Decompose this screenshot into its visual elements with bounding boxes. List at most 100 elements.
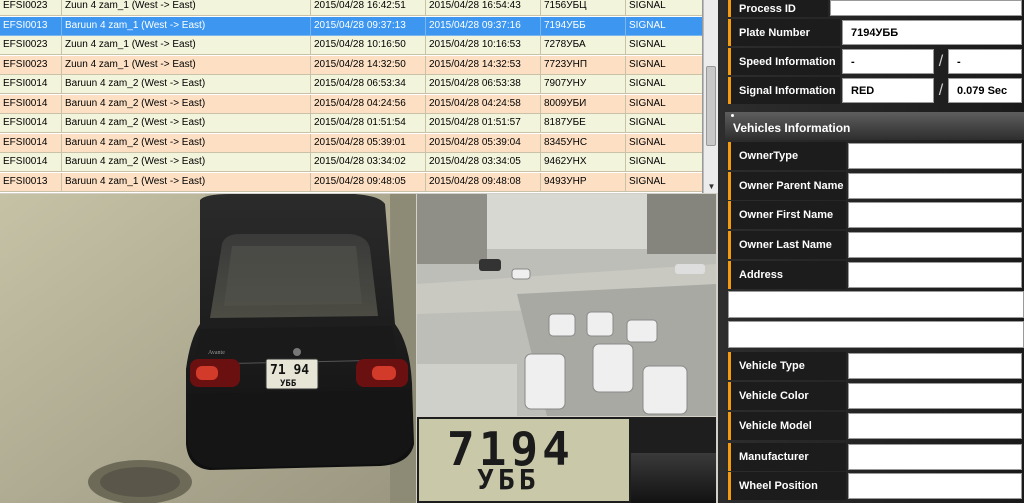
owner-parent-name-row: Owner Parent Name	[728, 172, 1024, 200]
owner-last-name-field[interactable]	[848, 232, 1022, 258]
speed-value-field[interactable]: -	[842, 49, 934, 74]
cell-start-time: 2015/04/28 01:51:54	[311, 114, 426, 133]
cell-camera-id: EFSI0014	[0, 153, 62, 172]
plate-crop-image: 7194 УББ	[419, 419, 629, 501]
table-row-selected[interactable]: EFSI0013 Baruun 4 zam_1 (West -> East) 201…	[0, 16, 702, 36]
vehicle-color-field[interactable]	[848, 383, 1022, 409]
table-row[interactable]: EFSI0013 Baruun 4 zam_1 (West -> East) 201…	[0, 172, 702, 192]
cell-end-time: 2015/04/28 06:53:38	[426, 75, 541, 94]
table-row[interactable]: EFSI0014 Baruun 4 zam_2 (West -> East) 201…	[0, 114, 702, 133]
cell-location: Zuun 4 zam_1 (West -> East)	[62, 0, 311, 16]
cell-start-time: 2015/04/28 14:32:50	[311, 55, 426, 75]
plate-crop-panel: 7194 УББ	[417, 417, 716, 503]
vehicle-model-field[interactable]	[848, 413, 1022, 439]
scrollbar-thumb[interactable]	[706, 66, 716, 146]
cell-start-time: 2015/04/28 05:39:01	[311, 133, 426, 153]
cell-plate: 8345УНС	[541, 133, 626, 153]
cell-start-time: 2015/04/28 03:34:02	[311, 153, 426, 172]
table-row[interactable]: EFSI0014 Baruun 4 zam_2 (West -> East) 201…	[0, 94, 702, 114]
cell-location: Baruun 4 zam_1 (West -> East)	[62, 172, 311, 192]
header-dot-icon	[731, 114, 734, 117]
cell-location: Zuun 4 zam_1 (West -> East)	[62, 55, 311, 75]
table-scrollbar[interactable]: ▼	[703, 0, 718, 193]
owner-parent-name-label: Owner Parent Name	[728, 172, 846, 200]
owner-first-name-label: Owner First Name	[728, 201, 846, 229]
cell-plate: 9462УНХ	[541, 153, 626, 172]
speed-limit-field[interactable]: -	[948, 49, 1022, 74]
cell-end-time: 2015/04/28 09:37:16	[426, 16, 541, 36]
owner-last-name-row: Owner Last Name	[728, 231, 1024, 259]
plate-number-field[interactable]: 7194УББ	[842, 20, 1022, 45]
table-row[interactable]: EFSI0023 Zuun 4 zam_1 (West -> East) 2015/…	[0, 0, 702, 16]
vehicle-model-label: Vehicle Model	[728, 412, 846, 440]
owner-first-name-field[interactable]	[848, 202, 1022, 228]
cell-camera-id: EFSI0014	[0, 133, 62, 153]
violation-table: EFSI0023 Zuun 4 zam_1 (West -> East) 2015/…	[0, 0, 703, 193]
cell-camera-id: EFSI0013	[0, 16, 62, 36]
owner-first-name-row: Owner First Name	[728, 201, 1024, 229]
vehicle-model-row: Vehicle Model	[728, 412, 1024, 440]
cell-end-time: 2015/04/28 01:51:57	[426, 114, 541, 133]
cell-plate: 7156УБЦ	[541, 0, 626, 16]
vehicles-info-title: Vehicles Information	[733, 121, 851, 135]
vehicle-rear-photo-image: Avante 71 94 УББ	[0, 194, 416, 503]
cell-location: Baruun 4 zam_1 (West -> East)	[62, 16, 311, 36]
vehicle-type-field[interactable]	[848, 353, 1022, 379]
cell-plate: 9493УНР	[541, 172, 626, 192]
cell-violation-type: SIGNAL	[626, 95, 702, 114]
process-id-row: Process ID	[728, 0, 1024, 17]
car-badge-text: Avante	[208, 350, 225, 356]
address-line3-field[interactable]	[728, 321, 1024, 348]
cell-camera-id: EFSI0013	[0, 172, 62, 192]
car-plate-line2: УББ	[280, 379, 297, 389]
address-line2-field[interactable]	[728, 291, 1024, 318]
cell-end-time: 2015/04/28 16:54:43	[426, 0, 541, 16]
cell-start-time: 2015/04/28 09:37:13	[311, 16, 426, 36]
table-row[interactable]: EFSI0023 Zuun 4 zam_1 (West -> East) 2015/…	[0, 55, 702, 75]
process-id-label: Process ID	[728, 0, 828, 17]
wheel-position-field[interactable]	[848, 473, 1022, 499]
speed-info-label: Speed Information	[728, 48, 840, 75]
manufacturer-field[interactable]	[848, 444, 1022, 470]
cell-location: Baruun 4 zam_2 (West -> East)	[62, 94, 311, 114]
table-row[interactable]: EFSI0014 Baruun 4 zam_2 (West -> East) 201…	[0, 75, 702, 94]
vehicle-color-row: Vehicle Color	[728, 382, 1024, 410]
address-label: Address	[728, 261, 846, 289]
cell-violation-type: SIGNAL	[626, 75, 702, 94]
speed-info-row: Speed Information - / -	[728, 48, 1024, 75]
cell-location: Zuun 4 zam_1 (West -> East)	[62, 36, 311, 55]
owner-type-field[interactable]	[848, 143, 1022, 169]
owner-parent-name-field[interactable]	[848, 173, 1022, 199]
cell-end-time: 2015/04/28 14:32:53	[426, 55, 541, 75]
cell-violation-type: SIGNAL	[626, 134, 702, 153]
signal-state-field[interactable]: RED	[842, 78, 934, 103]
cell-violation-type: SIGNAL	[626, 56, 702, 75]
cell-violation-type: SIGNAL	[626, 173, 702, 192]
signal-separator: /	[938, 81, 944, 99]
signal-time-field[interactable]: 0.079 Sec	[948, 78, 1022, 103]
table-row[interactable]: EFSI0014 Baruun 4 zam_2 (West -> East) 201…	[0, 153, 702, 172]
app-window: EFSI0023 Zuun 4 zam_1 (West -> East) 2015/…	[0, 0, 1024, 503]
manufacturer-row: Manufacturer	[728, 443, 1024, 471]
cell-camera-id: EFSI0014	[0, 94, 62, 114]
scroll-down-arrow-icon[interactable]: ▼	[707, 183, 716, 191]
cell-end-time: 2015/04/28 10:16:53	[426, 36, 541, 55]
signal-info-label: Signal Information	[728, 77, 840, 104]
table-row[interactable]: EFSI0023 Zuun 4 zam_1 (West -> East) 2015/…	[0, 36, 702, 55]
cell-location: Baruun 4 zam_2 (West -> East)	[62, 153, 311, 172]
plate-number-label: Plate Number	[728, 19, 840, 46]
vehicle-type-label: Vehicle Type	[728, 352, 846, 380]
cell-camera-id: EFSI0023	[0, 0, 62, 16]
cell-location: Baruun 4 zam_2 (West -> East)	[62, 133, 311, 153]
table-row[interactable]: EFSI0014 Baruun 4 zam_2 (West -> East) 201…	[0, 133, 702, 153]
cell-violation-type: SIGNAL	[626, 114, 702, 133]
address-field[interactable]	[848, 262, 1022, 288]
signal-info-row: Signal Information RED / 0.079 Sec	[728, 77, 1024, 104]
vehicle-type-row: Vehicle Type	[728, 352, 1024, 380]
plate-number-row: Plate Number 7194УББ	[728, 19, 1024, 46]
cell-end-time: 2015/04/28 09:48:08	[426, 172, 541, 192]
cell-camera-id: EFSI0023	[0, 55, 62, 75]
process-id-field[interactable]	[830, 0, 1022, 16]
vehicle-rear-photo: Avante 71 94 УББ	[0, 194, 416, 503]
cell-start-time: 2015/04/28 10:16:50	[311, 36, 426, 55]
